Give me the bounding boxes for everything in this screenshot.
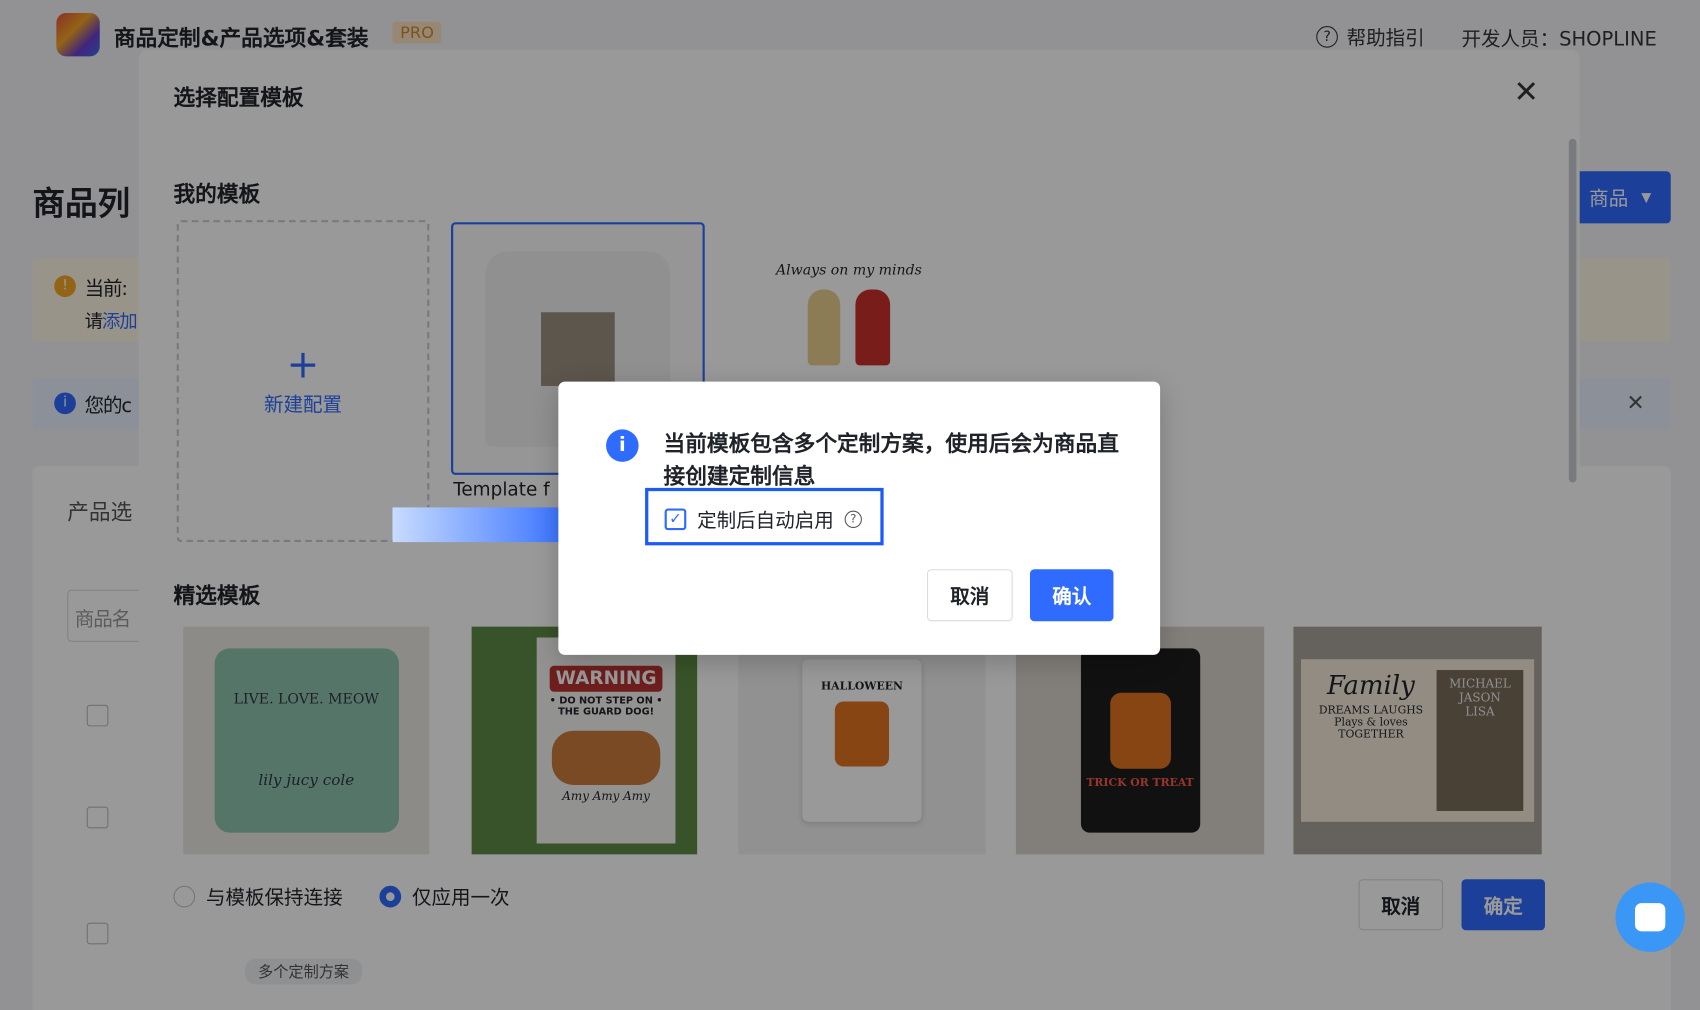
dialog-message: 当前模板包含多个定制方案，使用后会为商品直接创建定制信息 xyxy=(663,430,1119,489)
dialog-confirm-button[interactable]: 确认 xyxy=(1029,569,1114,622)
family-title: Family xyxy=(1327,670,1415,701)
help-label: 帮助指引 xyxy=(1346,27,1425,50)
row-checkbox[interactable] xyxy=(86,704,109,727)
developer-label: 开发人员：SHOPLINE xyxy=(1461,28,1657,51)
radio-checked-icon xyxy=(379,885,402,908)
mug-text: HALLOWEEN xyxy=(820,680,903,693)
flag-warning: WARNING xyxy=(549,665,663,692)
page-title: 商品列 xyxy=(32,185,131,224)
my-templates-heading: 我的模板 xyxy=(173,181,261,208)
help-icon: ? xyxy=(1316,26,1338,48)
auto-enable-checkbox[interactable]: ✓ 定制后自动启用 ? xyxy=(664,505,862,533)
black-mug-text: TRICK OR TREAT xyxy=(1086,776,1194,789)
featured-template-black-mug[interactable]: TRICK OR TREAT xyxy=(1015,626,1265,855)
family-text: DREAMS LAUGHS Plays & loves TOGETHER xyxy=(1318,704,1424,741)
modal-title: 选择配置模板 xyxy=(173,84,304,111)
info-icon: i xyxy=(54,392,76,415)
plus-icon: + xyxy=(286,342,320,387)
pillow-names: lily jucy cole xyxy=(258,772,355,790)
dialog-cancel-button[interactable]: 取消 xyxy=(926,569,1013,622)
auto-enable-label: 定制后自动启用 xyxy=(697,509,834,533)
featured-template-white-mug[interactable]: HALLOWEEN xyxy=(738,626,986,855)
warning-line2: 请添加 xyxy=(84,306,138,333)
add-link[interactable]: 添加 xyxy=(102,311,138,333)
featured-template-garden-flag[interactable]: WARNING • DO NOT STEP ON • THE GUARD DOG… xyxy=(471,626,698,855)
add-product-label: 商品 xyxy=(1589,187,1629,211)
flag-names: Amy Amy Amy xyxy=(562,789,650,804)
warning-icon: ! xyxy=(54,275,76,298)
info-icon: i xyxy=(606,429,639,462)
app-stage: 商品定制&产品选项&套装 PRO ? 帮助指引 开发人员：SHOPLINE 商品… xyxy=(0,0,1700,1010)
pro-badge: PRO xyxy=(392,21,442,44)
help-icon[interactable]: ? xyxy=(844,510,862,529)
row-checkbox[interactable] xyxy=(86,922,109,945)
modal-confirm-button[interactable]: 确定 xyxy=(1461,879,1545,931)
new-config-label: 新建配置 xyxy=(264,393,343,416)
chat-button[interactable] xyxy=(1615,882,1685,952)
warning-text: 当前: xyxy=(84,277,128,301)
featured-template-pillow[interactable]: LIVE. LOVE. MEOW lily jucy cole xyxy=(183,626,430,855)
app-title: 商品定制&产品选项&套装 xyxy=(113,24,369,51)
radio-unchecked-icon xyxy=(173,885,196,908)
modal-scrollbar[interactable] xyxy=(1568,138,1577,483)
featured-heading: 精选模板 xyxy=(173,582,261,609)
close-icon[interactable]: ✕ xyxy=(1514,74,1539,110)
family-names: MICHAEL JASON LISA xyxy=(1436,670,1524,811)
radio-apply-once-label: 仅应用一次 xyxy=(411,886,510,910)
chat-icon xyxy=(1634,903,1666,932)
radio-keep-linked[interactable]: 与模板保持连接 xyxy=(173,883,343,911)
caret-down-icon: ▼ xyxy=(1641,189,1652,205)
radio-keep-linked-label: 与模板保持连接 xyxy=(205,886,343,910)
checkbox-checked-icon: ✓ xyxy=(664,508,687,531)
template-name: Template f xyxy=(453,479,550,501)
row-checkbox[interactable] xyxy=(86,806,109,829)
couple-image-text: Always on my minds xyxy=(775,262,922,279)
featured-template-family-sign[interactable]: Family DREAMS LAUGHS Plays & loves TOGET… xyxy=(1293,626,1542,855)
card-title: 产品选 xyxy=(67,498,133,525)
scheme-tag: 多个定制方案 xyxy=(245,958,363,985)
radio-apply-once[interactable]: 仅应用一次 xyxy=(379,883,510,911)
help-link[interactable]: ? 帮助指引 xyxy=(1316,23,1425,51)
close-banner-icon[interactable]: ✕ xyxy=(1627,389,1645,415)
app-logo xyxy=(56,13,100,57)
confirm-dialog: i 当前模板包含多个定制方案，使用后会为商品直接创建定制信息 ✓ 定制后自动启用… xyxy=(558,381,1161,655)
pillow-text: LIVE. LOVE. MEOW xyxy=(233,691,379,708)
flag-text: • DO NOT STEP ON • THE GUARD DOG! xyxy=(549,696,663,718)
info-text: 您的c xyxy=(84,394,133,418)
template-card-couple[interactable]: Always on my minds xyxy=(746,258,952,377)
new-config-card[interactable]: + 新建配置 xyxy=(176,220,430,543)
modal-cancel-button[interactable]: 取消 xyxy=(1358,879,1444,931)
warning-prefix: 请 xyxy=(84,311,103,333)
